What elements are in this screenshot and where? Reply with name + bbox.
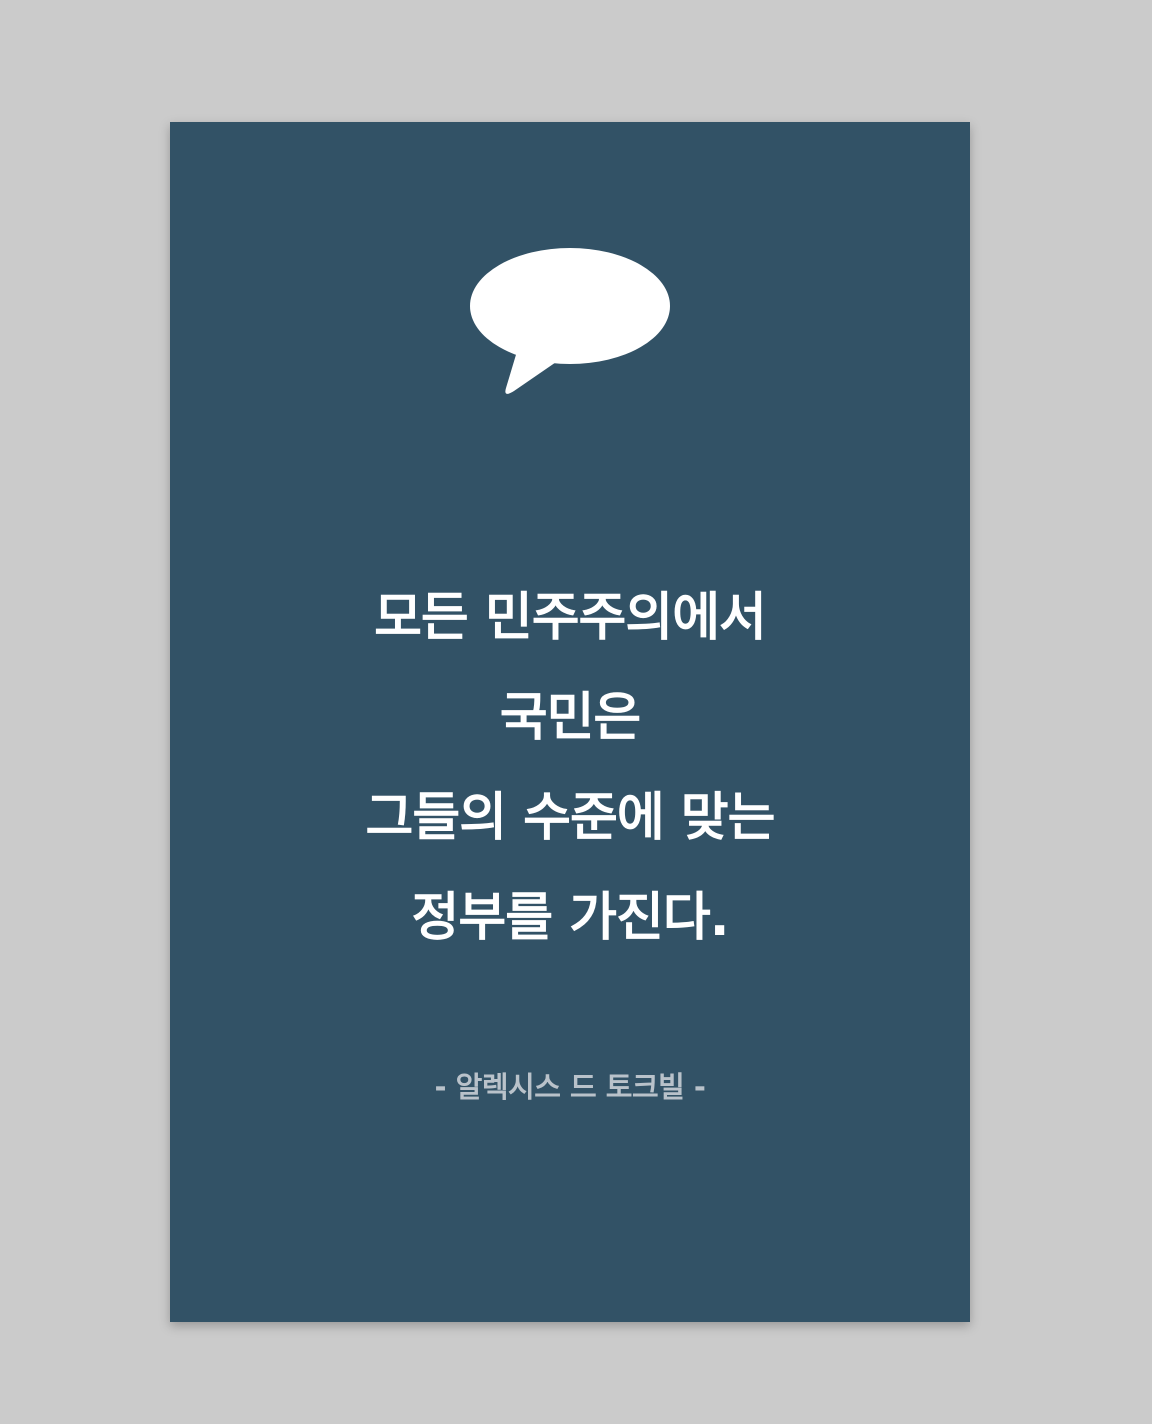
quote-line: 정부를 가진다.	[411, 888, 730, 948]
quote-text: 모든 민주주의에서 국민은 그들의 수준에 맞는 정부를 가진다.	[170, 568, 970, 968]
quote-line: 그들의 수준에 맞는	[365, 788, 776, 848]
quote-author: - 알렉시스 드 토크빌 -	[434, 1070, 706, 1104]
quote-line: 모든 민주주의에서	[374, 588, 767, 648]
speech-bubble-icon	[470, 248, 670, 394]
quote-card: 모든 민주주의에서 국민은 그들의 수준에 맞는 정부를 가진다. - 알렉시스…	[170, 122, 970, 1322]
quote-line: 국민은	[499, 688, 642, 748]
